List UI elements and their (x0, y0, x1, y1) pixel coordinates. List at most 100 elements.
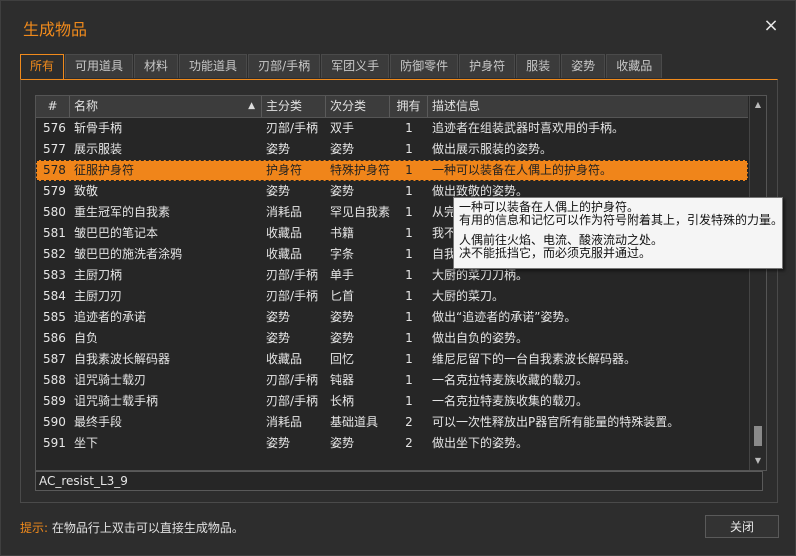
header-main-category[interactable]: 主分类 (262, 96, 326, 117)
cell-desc: 一名克拉特麦族收集的载刃。 (432, 394, 589, 408)
cell-owned: 1 (405, 394, 413, 408)
table-row[interactable]: 588 诅咒骑士载刃 刃部/手柄 钝器 1 一名克拉特麦族收藏的载刃。 (36, 370, 748, 391)
table-row[interactable]: 576 斩骨手柄 刃部/手柄 双手 1 追迹者在组装武器时喜欢用的手柄。 (36, 118, 748, 139)
close-button[interactable]: 关闭 (705, 515, 779, 538)
cell-main-cat: 消耗品 (266, 415, 303, 429)
cell-name: 自我素波长解码器 (74, 352, 171, 366)
scroll-up-icon[interactable]: ▲ (750, 98, 766, 112)
cell-desc: 大厨的菜刀。 (432, 289, 505, 303)
cell-sub-cat: 基础道具 (330, 415, 379, 429)
table-row[interactable]: 587 自我素波长解码器 收藏品 回忆 1 维尼尼留下的一台自我素波长解码器。 (36, 349, 748, 370)
close-icon[interactable]: × (761, 15, 781, 37)
tab-3[interactable]: 功能道具 (179, 54, 248, 78)
cell-main-cat: 消耗品 (266, 205, 303, 219)
category-tabs: 所有 可用道具 材料 功能道具 刃部/手柄 军团义手 防御零件 护身符 服装 姿势 收藏品 (20, 54, 663, 80)
cell-num: 577 (43, 142, 66, 156)
table-row[interactable]: 589 诅咒骑士载手柄 刃部/手柄 长柄 1 一名克拉特麦族收集的载刃。 (36, 391, 748, 412)
cell-main-cat: 刃部/手柄 (266, 268, 319, 282)
spawn-item-dialog: 生成物品 × 所有 可用道具 材料 功能道具 刃部/手柄 军团义手 防御零件 护身符 服装 姿势收… (0, 0, 796, 556)
tab-5[interactable]: 军团义手 (321, 54, 390, 78)
header-owned[interactable]: 拥有 (390, 96, 428, 117)
cell-sub-cat: 回忆 (330, 352, 355, 366)
cell-main-cat: 姿势 (266, 184, 291, 198)
cell-num: 586 (43, 331, 66, 345)
table-row[interactable]: 578 征服护身符 护身符 特殊护身符 1 一种可以装备在人偶上的护身符。 (36, 160, 748, 181)
cell-num: 590 (43, 415, 66, 429)
table-row[interactable]: 586 自负 姿势 姿势 1 做出自负的姿势。 (36, 328, 748, 349)
cell-desc: 一名克拉特麦族收藏的载刃。 (432, 373, 589, 387)
tab-6[interactable]: 防御零件 (390, 54, 459, 78)
header-name-label: 名称 (74, 99, 99, 113)
scroll-down-icon[interactable]: ▼ (750, 454, 766, 468)
cell-owned: 1 (405, 352, 413, 366)
cell-num: 591 (43, 436, 66, 450)
table-row[interactable]: 585 追迹者的承诺 姿势 姿势 1 做出“追迹者的承诺”姿势。 (36, 307, 748, 328)
cell-main-cat: 收藏品 (266, 247, 303, 261)
cell-sub-cat: 姿势 (330, 436, 355, 450)
cell-owned: 1 (405, 310, 413, 324)
cell-owned: 1 (405, 289, 413, 303)
cell-num: 578 (43, 163, 66, 177)
search-input[interactable] (35, 471, 763, 491)
table-row[interactable]: 584 主厨刀刃 刃部/手柄 匕首 1 大厨的菜刀。 (36, 286, 748, 307)
cell-sub-cat: 单手 (330, 268, 355, 282)
header-num[interactable]: # (36, 96, 70, 117)
cell-main-cat: 收藏品 (266, 226, 303, 240)
cell-sub-cat: 姿势 (330, 331, 355, 345)
vertical-scrollbar[interactable]: ▲ ▼ (749, 96, 766, 470)
tab-9[interactable]: 姿势 (561, 54, 606, 78)
header-description[interactable]: 描述信息 (428, 96, 748, 117)
cell-num: 588 (43, 373, 66, 387)
table-row[interactable]: 590 最终手段 消耗品 基础道具 2 可以一次性释放出P器官所有能量的特殊装置。 (36, 412, 748, 433)
item-tooltip: 一种可以装备在人偶上的护身符。 有用的信息和记忆可以作为符号附着其上，引发特殊的… (453, 197, 783, 269)
cell-name: 展示服装 (74, 142, 123, 156)
cell-owned: 1 (405, 373, 413, 387)
tab-10[interactable]: 收藏品 (606, 54, 663, 78)
cell-owned: 1 (405, 247, 413, 261)
hint-text: 提示: 在物品行上双击可以直接生成物品。 (20, 519, 244, 536)
cell-num: 589 (43, 394, 66, 408)
cell-sub-cat: 书籍 (330, 226, 355, 240)
cell-owned: 1 (405, 268, 413, 282)
header-sub-category[interactable]: 次分类 (326, 96, 390, 117)
tab-8[interactable]: 服装 (516, 54, 561, 78)
tab-1[interactable]: 可用道具 (65, 54, 134, 78)
header-name[interactable]: 名称 ▲ (70, 96, 262, 117)
table-row[interactable]: 591 坐下 姿势 姿势 2 做出坐下的姿势。 (36, 433, 748, 454)
cell-desc: 一种可以装备在人偶上的护身符。 (432, 163, 613, 177)
cell-desc: 做出自负的姿势。 (432, 331, 529, 345)
dialog-title: 生成物品 (23, 20, 88, 39)
cell-owned: 1 (405, 142, 413, 156)
cell-owned: 1 (405, 163, 413, 177)
cell-desc: 可以一次性释放出P器官所有能量的特殊装置。 (432, 415, 680, 429)
cell-num: 585 (43, 310, 66, 324)
cell-name: 主厨刀柄 (74, 268, 123, 282)
cell-sub-cat: 姿势 (330, 184, 355, 198)
cell-sub-cat: 字条 (330, 247, 355, 261)
hint-label: 提示: (20, 521, 49, 535)
cell-num: 583 (43, 268, 66, 282)
cell-main-cat: 刃部/手柄 (266, 394, 319, 408)
cell-name: 诅咒骑士载手柄 (74, 394, 159, 408)
cell-name: 追迹者的承诺 (74, 310, 147, 324)
cell-name: 诅咒骑士载刃 (74, 373, 147, 387)
tab-0[interactable]: 所有 (20, 54, 65, 80)
cell-owned: 1 (405, 205, 413, 219)
cell-name: 重生冠军的自我素 (74, 205, 171, 219)
cell-num: 584 (43, 289, 66, 303)
cell-desc: 做出“追迹者的承诺”姿势。 (432, 310, 577, 324)
cell-sub-cat: 长柄 (330, 394, 355, 408)
cell-sub-cat: 姿势 (330, 310, 355, 324)
cell-name: 皱巴巴的施洗者涂鸦 (74, 247, 183, 261)
tab-7[interactable]: 护身符 (459, 54, 516, 78)
cell-desc: 维尼尼留下的一台自我素波长解码器。 (432, 352, 637, 366)
cell-sub-cat: 双手 (330, 121, 355, 135)
scrollbar-thumb[interactable] (754, 426, 762, 446)
cell-main-cat: 刃部/手柄 (266, 373, 319, 387)
tab-2[interactable]: 材料 (134, 54, 179, 78)
cell-owned: 1 (405, 121, 413, 135)
tab-4[interactable]: 刃部/手柄 (248, 54, 321, 78)
table-row[interactable]: 577 展示服装 姿势 姿势 1 做出展示服装的姿势。 (36, 139, 748, 160)
cell-name: 坐下 (74, 436, 99, 450)
cell-sub-cat: 钝器 (330, 373, 355, 387)
